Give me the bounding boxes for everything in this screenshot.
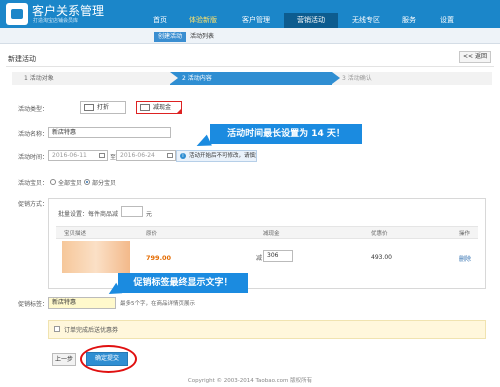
annotation-callout-time: 活动时间最长设置为 14 天！ [210,124,362,144]
time-label: 活动时间： [18,154,49,161]
col-action: 操作 [459,231,471,237]
type-cash-label: 减现金 [153,104,172,111]
coupon-notice-text: 订单完成后送优惠券 [64,327,119,334]
calendar-icon [99,153,105,158]
selected-corner-icon [176,108,182,114]
tag-hint: 最多5个字，在商品详情页展示 [120,301,196,307]
batch-unit: 元 [146,211,153,218]
row-delete-link[interactable]: 删除 [459,254,471,263]
step-2-label: 活动内容 [187,75,212,82]
nav-service[interactable]: 服务 [392,13,426,28]
name-label: 活动名称： [18,131,49,138]
step-indicator: 1 活动对象 3 活动确认 2 活动内容 [12,72,492,85]
type-label: 活动类型： [18,106,49,113]
calendar-icon [167,153,173,158]
product-image [62,241,130,273]
col-reduce: 减现金 [263,231,280,237]
row-reduce-input[interactable]: 306 [263,250,293,262]
app-logo-icon [6,3,28,25]
radio-all-items[interactable] [50,179,56,185]
radio-partial-items[interactable] [84,179,90,185]
nav-try-new[interactable]: 体验新版 [182,13,224,28]
step-3: 3 活动确认 [330,72,492,85]
row-original-price: 799.00 [146,254,172,262]
step-1-number: 1 [24,75,28,82]
batch-label: 批量设置：每件商品减 [58,211,119,218]
end-date-input[interactable]: 2016-06-24 [116,150,176,161]
sub-navigation [0,28,500,44]
step-arrow-icon [332,72,340,84]
row-reduce-prefix: 减 [256,255,263,262]
col-price: 原价 [146,231,158,237]
annotation-callout-tag: 促销标签最终显示文字！ [118,273,248,293]
nav-customer-manage[interactable]: 客户管理 [230,13,282,28]
row-final-price: 493.00 [371,254,392,261]
step-2: 2 活动内容 [170,72,332,85]
radio-all-items-label: 全部宝贝 [58,180,83,187]
info-icon: i [180,153,186,159]
step-arrow-icon [170,72,178,84]
activity-name-input[interactable]: 新店特惠 [48,127,171,138]
nav-home[interactable]: 首页 [142,13,178,28]
scope-label: 活动宝贝： [18,180,49,187]
tab-activity-list[interactable]: 活动列表 [186,32,218,42]
coupon-checkbox[interactable] [54,326,60,332]
app-subtitle: 打造淘宝店铺会员库 [33,18,79,24]
nav-marketing[interactable]: 营销活动 [284,13,338,28]
start-date-input[interactable]: 2016-06-11 [48,150,108,161]
nav-mobile[interactable]: 无线专区 [344,13,388,28]
tab-create-activity[interactable]: 创建活动 [154,32,187,42]
step-1: 1 活动对象 [12,72,172,85]
type-discount-button[interactable]: 打折 [80,101,126,114]
page-title: 新建活动 [8,55,36,63]
col-final-price: 优惠价 [371,231,388,237]
type-discount-label: 打折 [97,104,110,111]
cash-icon [140,104,150,111]
step-1-label: 活动对象 [29,75,54,82]
highlight-circle [80,345,137,373]
radio-partial-items-label: 部分宝贝 [92,180,117,187]
col-description: 宝贝描述 [64,231,87,237]
step-3-number: 3 [342,75,346,82]
footer-copyright: Copyright © 2003-2014 Taobao.com 版权所有 [187,378,313,384]
step-3-label: 活动确认 [347,75,372,82]
divider [6,66,494,67]
date-hint: 活动开始后不可修改，请慎重选择！ [176,150,257,162]
promo-tag-input[interactable]: 新店特惠 [48,297,116,309]
tag-label: 促销标签： [18,301,49,308]
back-button[interactable]: << 返回 [459,51,491,63]
previous-step-button[interactable]: 上一步 [52,353,76,366]
promo-label: 促销方式： [18,201,49,208]
end-date-value: 2016-06-24 [120,152,155,159]
start-date-value: 2016-06-11 [52,152,87,159]
step-2-number: 2 [182,75,186,82]
nav-settings[interactable]: 设置 [430,13,464,28]
batch-reduce-input[interactable] [121,206,143,217]
discount-icon [84,104,94,111]
